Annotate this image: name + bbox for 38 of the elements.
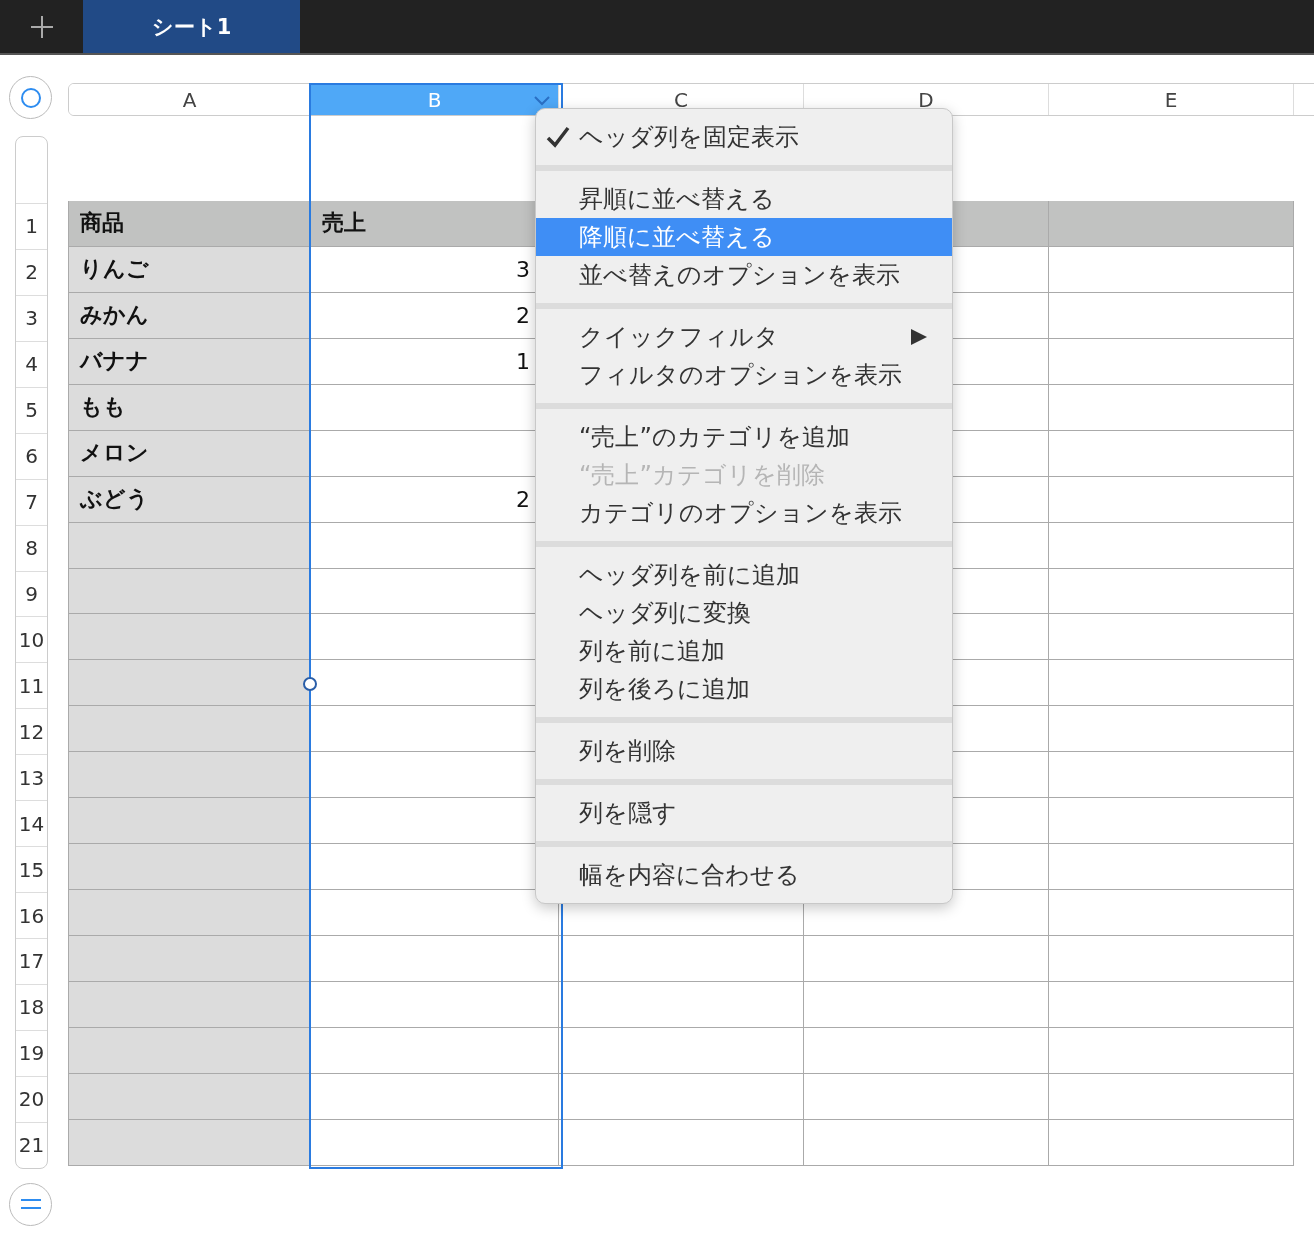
table-cell: りんご [69, 246, 311, 293]
row-number[interactable]: 7 [16, 478, 47, 525]
table-cell: ぶどう [69, 476, 311, 523]
row-number[interactable]: 1 [16, 203, 47, 249]
row-number[interactable]: 18 [16, 983, 47, 1030]
menu-item[interactable]: 列を隠す [536, 794, 952, 832]
row-number[interactable]: 12 [16, 708, 47, 755]
row-number[interactable]: 11 [16, 662, 47, 709]
menu-item[interactable]: ヘッダ列を前に追加 [536, 556, 952, 594]
row-number[interactable]: 19 [16, 1029, 47, 1076]
menu-item[interactable]: “売上”のカテゴリを追加 [536, 418, 952, 456]
row-number[interactable]: 17 [16, 938, 47, 984]
row-number[interactable]: 9 [16, 570, 47, 617]
row-number[interactable]: 15 [16, 846, 47, 893]
row-number[interactable]: 2 [16, 248, 47, 295]
row-number[interactable]: 20 [16, 1075, 47, 1122]
table-cell: メロン [69, 430, 311, 477]
menu-item[interactable]: 幅を内容に合わせる [536, 856, 952, 894]
table-cell: バナナ [69, 338, 311, 385]
menu-item[interactable]: 列を後ろに追加 [536, 670, 952, 708]
menu-item[interactable]: 列を前に追加 [536, 632, 952, 670]
menu-item[interactable]: ヘッダ列を固定表示 [536, 118, 952, 156]
row-number[interactable]: 3 [16, 294, 47, 341]
table-cell: もも [69, 384, 311, 431]
table-cell: みかん [69, 292, 311, 339]
row-number[interactable]: 13 [16, 754, 47, 801]
header-cell: 商品 [69, 201, 311, 247]
row-number[interactable]: 4 [16, 340, 47, 387]
menu-item[interactable]: 列を削除 [536, 732, 952, 770]
menu-item[interactable]: ヘッダ列に変換 [536, 594, 952, 632]
row-number[interactable]: 14 [16, 800, 47, 847]
row-number[interactable]: 21 [16, 1121, 47, 1168]
row-number[interactable]: 6 [16, 432, 47, 479]
row-number[interactable]: 16 [16, 892, 47, 938]
row-number[interactable]: 5 [16, 386, 47, 433]
row-number[interactable]: 8 [16, 524, 47, 571]
sheet-tab[interactable]: シート1 [83, 0, 300, 53]
row-number[interactable]: 10 [16, 616, 47, 663]
